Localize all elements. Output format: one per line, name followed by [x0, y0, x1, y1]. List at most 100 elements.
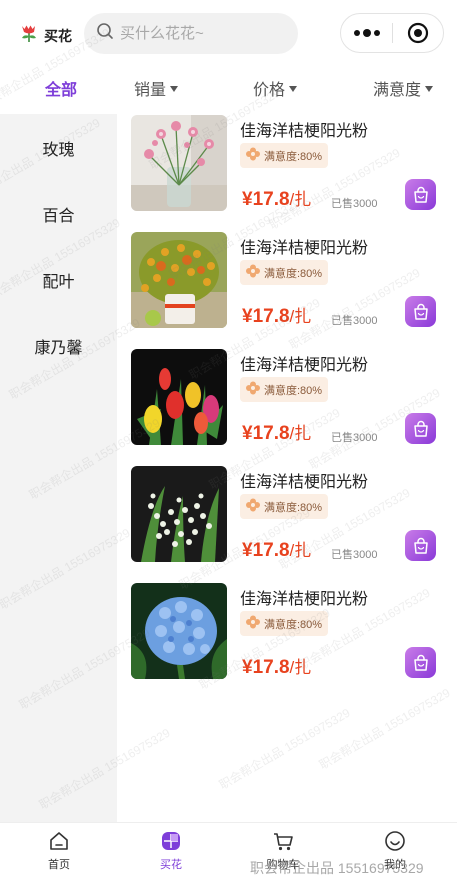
add-to-cart-button[interactable] — [405, 413, 436, 444]
footer-watermark: 职会帮企出品 15516975329 — [250, 860, 424, 876]
satisfaction-badge: 满意度:80% — [240, 377, 329, 402]
mini-program-capsule — [340, 13, 444, 53]
price-unit: /扎 — [289, 658, 312, 677]
price-unit: /扎 — [289, 307, 312, 326]
product-price: ¥17.8/扎 — [242, 653, 311, 679]
price-unit: /扎 — [289, 541, 312, 560]
tab-label: 首页 — [48, 859, 70, 871]
caret-down-icon — [425, 85, 434, 92]
product-image — [131, 115, 227, 211]
sidebar-item-rose[interactable]: 玫瑰 — [0, 128, 117, 168]
product-name: 佳海洋桔梗阳光粉 — [240, 474, 369, 491]
brand: 买花 — [18, 22, 72, 49]
product-image — [131, 466, 227, 562]
flower-badge-icon — [245, 615, 261, 632]
search-icon — [96, 22, 114, 45]
satisfaction-badge: 满意度:80% — [240, 260, 329, 285]
sidebar-item-carnation[interactable]: 康乃馨 — [0, 326, 117, 366]
bag-icon — [413, 303, 428, 320]
product-name: 佳海洋桔梗阳光粉 — [240, 240, 369, 257]
sidebar-item-label: 配叶 — [42, 274, 75, 291]
sort-bar: 全部 销量 价格 满意度 — [0, 66, 457, 114]
close-circle-icon[interactable] — [393, 22, 443, 44]
product-name: 佳海洋桔梗阳光粉 — [240, 591, 369, 608]
satisfaction-badge: 满意度:80% — [240, 494, 329, 519]
price-value: ¥17.8 — [242, 657, 290, 678]
satisfaction-text: 满意度:80% — [264, 150, 323, 163]
sort-tab-sales[interactable]: 销量 — [134, 72, 179, 104]
price-value: ¥17.8 — [242, 540, 290, 561]
category-sidebar: 玫瑰 百合 配叶 康乃馨 — [0, 114, 117, 822]
flower-badge-icon — [245, 498, 261, 515]
bag-icon — [413, 537, 428, 554]
bag-icon — [413, 186, 428, 203]
bag-icon — [413, 420, 428, 437]
sort-tab-all[interactable]: 全部 — [45, 72, 77, 104]
product-name: 佳海洋桔梗阳光粉 — [240, 357, 369, 374]
tab-label: 买花 — [160, 859, 182, 871]
smile-profile-icon — [383, 829, 407, 853]
sold-count: 已售3000 — [331, 549, 378, 561]
price-value: ¥17.8 — [242, 306, 290, 327]
sidebar-item-foliage[interactable]: 配叶 — [0, 260, 117, 300]
product-name: 佳海洋桔梗阳光粉 — [240, 123, 369, 140]
flower-badge-icon — [245, 147, 261, 164]
product-price: ¥17.8/扎 — [242, 419, 311, 445]
sidebar-item-lily[interactable]: 百合 — [0, 194, 117, 234]
product-price: ¥17.8/扎 — [242, 185, 311, 211]
sidebar-item-label: 玫瑰 — [42, 142, 75, 159]
satisfaction-text: 满意度:80% — [264, 267, 323, 280]
flower-badge-icon — [245, 381, 261, 398]
sold-count: 已售3000 — [331, 432, 378, 444]
product-image — [131, 232, 227, 328]
caret-down-icon — [170, 85, 179, 92]
price-value: ¥17.8 — [242, 189, 290, 210]
top-bar: 买花 — [0, 0, 457, 66]
add-to-cart-button[interactable] — [405, 647, 436, 678]
tab-buy-flowers[interactable]: 买花 — [141, 829, 201, 877]
sidebar-item-label: 百合 — [42, 208, 75, 225]
sort-tab-price[interactable]: 价格 — [253, 72, 298, 104]
sold-count: 已售3000 — [331, 315, 378, 327]
satisfaction-badge: 满意度:80% — [240, 143, 329, 168]
product-price: ¥17.8/扎 — [242, 302, 311, 328]
bag-icon — [413, 654, 428, 671]
sort-tab-label: 销量 — [134, 82, 167, 99]
sort-tab-label: 满意度 — [373, 82, 422, 99]
sold-count: 已售3000 — [331, 198, 378, 210]
sort-tab-satisfaction[interactable]: 满意度 — [373, 72, 434, 104]
search-input[interactable] — [120, 25, 290, 42]
search-box[interactable] — [84, 13, 298, 54]
flower-badge-icon — [245, 264, 261, 281]
product-list: 佳海洋桔梗阳光粉 满意度:80% ¥17.8/扎 已售3000 佳海洋桔梗阳光粉… — [117, 114, 457, 822]
product-card[interactable]: 佳海洋桔梗阳光粉 满意度:80% ¥17.8/扎 已售3000 — [131, 466, 449, 566]
product-card[interactable]: 佳海洋桔梗阳光粉 满意度:80% ¥17.8/扎 已售3000 — [131, 115, 449, 215]
satisfaction-text: 满意度:80% — [264, 384, 323, 397]
satisfaction-text: 满意度:80% — [264, 501, 323, 514]
price-value: ¥17.8 — [242, 423, 290, 444]
price-unit: /扎 — [289, 424, 312, 443]
more-dots-icon[interactable] — [341, 14, 392, 52]
home-icon — [47, 829, 71, 853]
sort-tab-label: 价格 — [253, 82, 286, 99]
add-to-cart-button[interactable] — [405, 296, 436, 327]
cart-icon — [271, 829, 295, 853]
sidebar-item-label: 康乃馨 — [34, 340, 83, 357]
product-image — [131, 583, 227, 679]
add-to-cart-button[interactable] — [405, 530, 436, 561]
price-unit: /扎 — [289, 190, 312, 209]
page-title: 买花 — [44, 27, 72, 44]
tab-home[interactable]: 首页 — [29, 829, 89, 877]
product-card[interactable]: 佳海洋桔梗阳光粉 满意度:80% ¥17.8/扎 已售3000 — [131, 232, 449, 332]
tulip-logo-icon — [18, 22, 40, 49]
product-card[interactable]: 佳海洋桔梗阳光粉 满意度:80% ¥17.8/扎 — [131, 583, 449, 683]
product-image — [131, 349, 227, 445]
add-to-cart-button[interactable] — [405, 179, 436, 210]
shop-icon — [159, 829, 183, 853]
product-card[interactable]: 佳海洋桔梗阳光粉 满意度:80% ¥17.8/扎 已售3000 — [131, 349, 449, 449]
satisfaction-badge: 满意度:80% — [240, 611, 329, 636]
satisfaction-text: 满意度:80% — [264, 618, 323, 631]
sort-tab-label: 全部 — [45, 82, 78, 99]
product-price: ¥17.8/扎 — [242, 536, 311, 562]
caret-down-icon — [289, 85, 298, 92]
